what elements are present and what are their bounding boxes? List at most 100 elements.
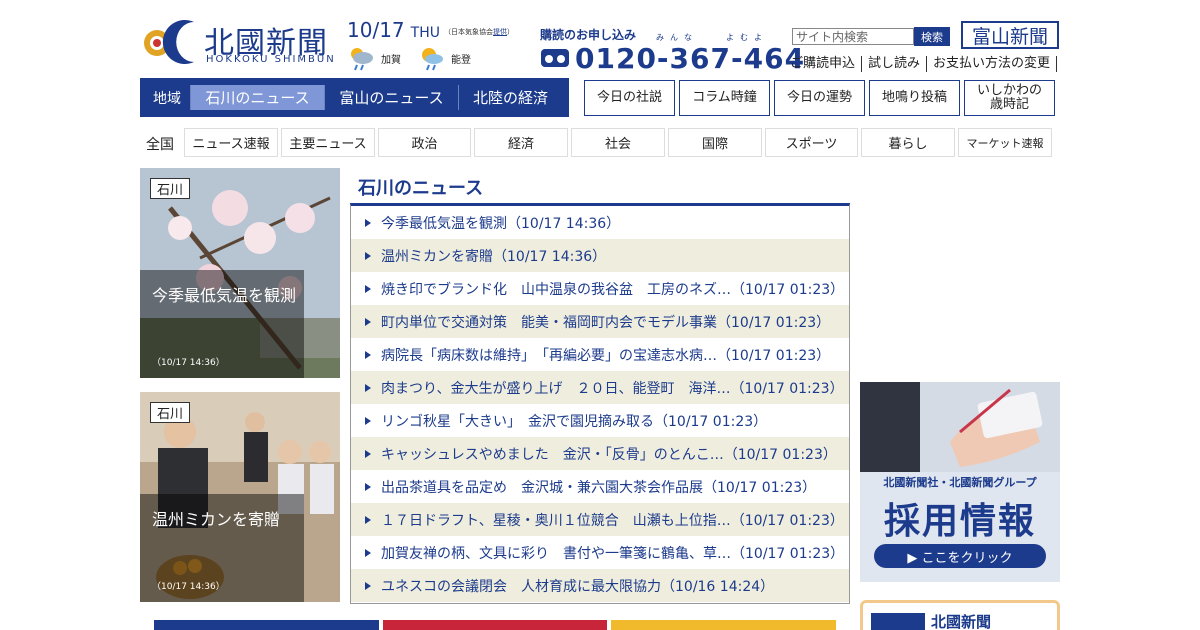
phone-number[interactable]: 0120-367-464	[575, 42, 805, 75]
list-item[interactable]: ユネスコの会議閉会 人材育成に最大限協力（10/16 14:24）	[351, 569, 849, 602]
bottom-banner-2[interactable]	[383, 620, 607, 630]
arrow-right-icon	[365, 482, 371, 491]
trial-link[interactable]: 試し読み	[862, 56, 928, 72]
news-section-title: 石川のニュース	[358, 178, 484, 199]
category-major[interactable]: 主要ニュース	[281, 128, 375, 157]
news-item-title[interactable]: 町内単位で交通対策 能美・福岡町内会でモデル事業（10/17 01:23）	[381, 312, 830, 332]
news-item-title[interactable]: 出品茶道具を品定め 金沢城・兼六園大茶会作品展（10/17 01:23）	[381, 477, 816, 497]
hand-writing-photo	[860, 382, 1060, 472]
bottom-banner-1[interactable]	[154, 620, 379, 630]
card-caption: 今季最低気温を観測 （10/17 14:36）	[140, 270, 304, 378]
category-society[interactable]: 社会	[571, 128, 665, 157]
news-item-title[interactable]: 焼き印でブランド化 山中温泉の我谷盆 工房のネズ…（10/17 01:23）	[381, 279, 844, 299]
subscribe-link[interactable]: ご購読申込	[784, 56, 863, 72]
arrow-right-icon	[365, 317, 371, 326]
card-time: （10/17 14:36）	[152, 582, 225, 592]
category-economy[interactable]: 経済	[474, 128, 568, 157]
weather-source-link[interactable]: 提供	[493, 28, 507, 36]
category-international[interactable]: 国際	[668, 128, 762, 157]
weather-kaga[interactable]: 加賀	[347, 44, 401, 72]
region-nav: 地域 石川のニュース 富山のニュース 北陸の経済	[140, 78, 569, 117]
card-title[interactable]: 今季最低気温を観測	[152, 282, 296, 306]
arrow-right-icon	[365, 383, 371, 392]
list-item[interactable]: リンゴ秋星「大きい」 金沢で園児摘み取る（10/17 01:23）	[351, 404, 849, 437]
region-label: 地域	[153, 90, 181, 107]
news-card[interactable]: 石川 温州ミカンを寄贈 （10/17 14:36）	[140, 392, 340, 602]
category-label: 全国	[146, 137, 174, 153]
list-item[interactable]: 町内単位で交通対策 能美・福岡町内会でモデル事業（10/17 01:23）	[351, 305, 849, 338]
bottom-box-title: 北國新聞	[931, 613, 992, 630]
list-item[interactable]: １７日ドラフト、星稜・奥川１位競合 山瀬も上位指…（10/17 01:23）	[351, 503, 849, 536]
horoscope-link[interactable]: 今日の運勢	[774, 80, 865, 116]
tab-ishikawa-news[interactable]: 石川のニュース	[190, 85, 324, 110]
hokkoku-shimbun-box[interactable]: 北國新聞	[860, 600, 1060, 630]
search-input[interactable]	[792, 28, 914, 45]
category-politics[interactable]: 政治	[378, 128, 471, 157]
weather-label: 能登	[451, 54, 471, 66]
news-item-title[interactable]: 今季最低気温を観測（10/17 14:36）	[381, 213, 620, 233]
list-item[interactable]: 今季最低気温を観測（10/17 14:36）	[351, 206, 849, 239]
list-item[interactable]: 肉まつり、金大生が盛り上げ ２０日、能登町 海洋…（10/17 01:23）	[351, 371, 849, 404]
card-time: （10/17 14:36）	[152, 358, 225, 368]
date-display: 10/17 THU （日本気象協会提供）	[347, 18, 514, 42]
arrow-right-icon	[365, 251, 371, 260]
subscribe-title: 購読のお申し込み	[540, 28, 637, 42]
list-item[interactable]: 加賀友禅の柄、文具に彩り 書付や一筆箋に鶴亀、草…（10/17 01:23）	[351, 536, 849, 569]
phone-icon	[541, 49, 569, 67]
news-card[interactable]: 石川 今季最低気温を観測 （10/17 14:36）	[140, 168, 340, 378]
tab-hokuriku-economy[interactable]: 北陸の経済	[458, 85, 562, 110]
header-links: ご購読申込 試し読み お支払い方法の変更	[784, 56, 1058, 72]
weather-label: 加賀	[381, 54, 401, 66]
recruit-title: 採用情報	[883, 501, 1036, 542]
card-region-tag: 石川	[150, 178, 191, 199]
weather-source: （日本気象協会提供）	[444, 28, 514, 36]
list-item[interactable]: キャッシュレスやめました 金沢・「反骨」のとんこ…（10/17 01:23）	[351, 437, 849, 470]
weather-noto[interactable]: 能登	[417, 44, 471, 72]
column-jisho-link[interactable]: コラム時鐘	[679, 80, 770, 116]
card-title[interactable]: 温州ミカンを寄贈	[152, 506, 280, 530]
arrow-right-icon	[365, 218, 371, 227]
list-item[interactable]: 焼き印でブランド化 山中温泉の我谷盆 工房のネズ…（10/17 01:23）	[351, 272, 849, 305]
arrow-right-icon	[365, 449, 371, 458]
category-breaking[interactable]: ニュース速報	[184, 128, 278, 157]
category-life[interactable]: 暮らし	[861, 128, 955, 157]
recruit-subtitle: 北國新聞社・北國新聞グループ	[883, 476, 1037, 489]
logo-mark-icon	[144, 20, 194, 64]
list-item[interactable]: 温州ミカンを寄贈（10/17 14:36）	[351, 239, 849, 272]
arrow-right-icon	[365, 548, 371, 557]
arrow-right-icon	[365, 581, 371, 590]
news-item-title[interactable]: 病院長「病床数は維持」 「再編必要」の宝達志水病…（10/17 01:23）	[381, 345, 830, 365]
logo[interactable]: 北國新聞 HOKKOKU SHIMBUN	[140, 16, 340, 68]
payment-change-link[interactable]: お支払い方法の変更	[927, 56, 1058, 72]
weekday-text: THU	[410, 25, 440, 41]
newspaper-thumbnail	[871, 613, 925, 630]
weather-source-suffix: ）	[506, 28, 514, 36]
search-button[interactable]: 検索	[914, 27, 950, 46]
card-region-tag: 石川	[150, 402, 191, 423]
saijiki-link[interactable]: いしかわの 歳時記	[964, 80, 1055, 116]
news-item-title[interactable]: ユネスコの会議閉会 人材育成に最大限協力（10/16 14:24）	[381, 576, 774, 596]
bottom-banner-3[interactable]	[611, 620, 836, 630]
news-item-title[interactable]: キャッシュレスやめました 金沢・「反骨」のとんこ…（10/17 01:23）	[381, 444, 837, 464]
category-market[interactable]: マーケット速報	[958, 128, 1052, 157]
news-item-title[interactable]: 温州ミカンを寄贈（10/17 14:36）	[381, 246, 606, 266]
news-item-title[interactable]: リンゴ秋星「大きい」 金沢で園児摘み取る（10/17 01:23）	[381, 411, 767, 431]
sun-rain-icon	[422, 48, 443, 71]
card-caption: 温州ミカンを寄贈 （10/17 14:36）	[140, 494, 304, 602]
news-item-title[interactable]: 加賀友禅の柄、文具に彩り 書付や一筆箋に鶴亀、草…（10/17 01:23）	[381, 543, 844, 563]
tab-toyama-news[interactable]: 富山のニュース	[324, 85, 458, 110]
recruit-banner[interactable]: 北國新聞社・北國新聞グループ 採用情報 ▶ ここをクリック	[860, 382, 1060, 582]
category-sports[interactable]: スポーツ	[765, 128, 858, 157]
reader-post-link[interactable]: 地鳴り投稿	[869, 80, 960, 116]
news-item-title[interactable]: 肉まつり、金大生が盛り上げ ２０日、能登町 海洋…（10/17 01:23）	[381, 378, 844, 398]
list-item[interactable]: 出品茶道具を品定め 金沢城・兼六園大茶会作品展（10/17 01:23）	[351, 470, 849, 503]
news-list: 今季最低気温を観測（10/17 14:36） 温州ミカンを寄贈（10/17 14…	[350, 203, 850, 604]
logo-roman: HOKKOKU SHIMBUN	[206, 54, 336, 65]
weather-source-prefix: （日本気象協会	[443, 28, 493, 36]
news-item-title[interactable]: １７日ドラフト、星稜・奥川１位競合 山瀬も上位指…（10/17 01:23）	[381, 510, 844, 530]
toyama-shimbun-link[interactable]: 富山新聞	[961, 21, 1059, 49]
editorial-link[interactable]: 今日の社説	[584, 80, 675, 116]
date-text: 10/17	[347, 18, 405, 42]
recruit-click-button[interactable]: ▶ ここをクリック	[874, 544, 1046, 568]
list-item[interactable]: 病院長「病床数は維持」 「再編必要」の宝達志水病…（10/17 01:23）	[351, 338, 849, 371]
